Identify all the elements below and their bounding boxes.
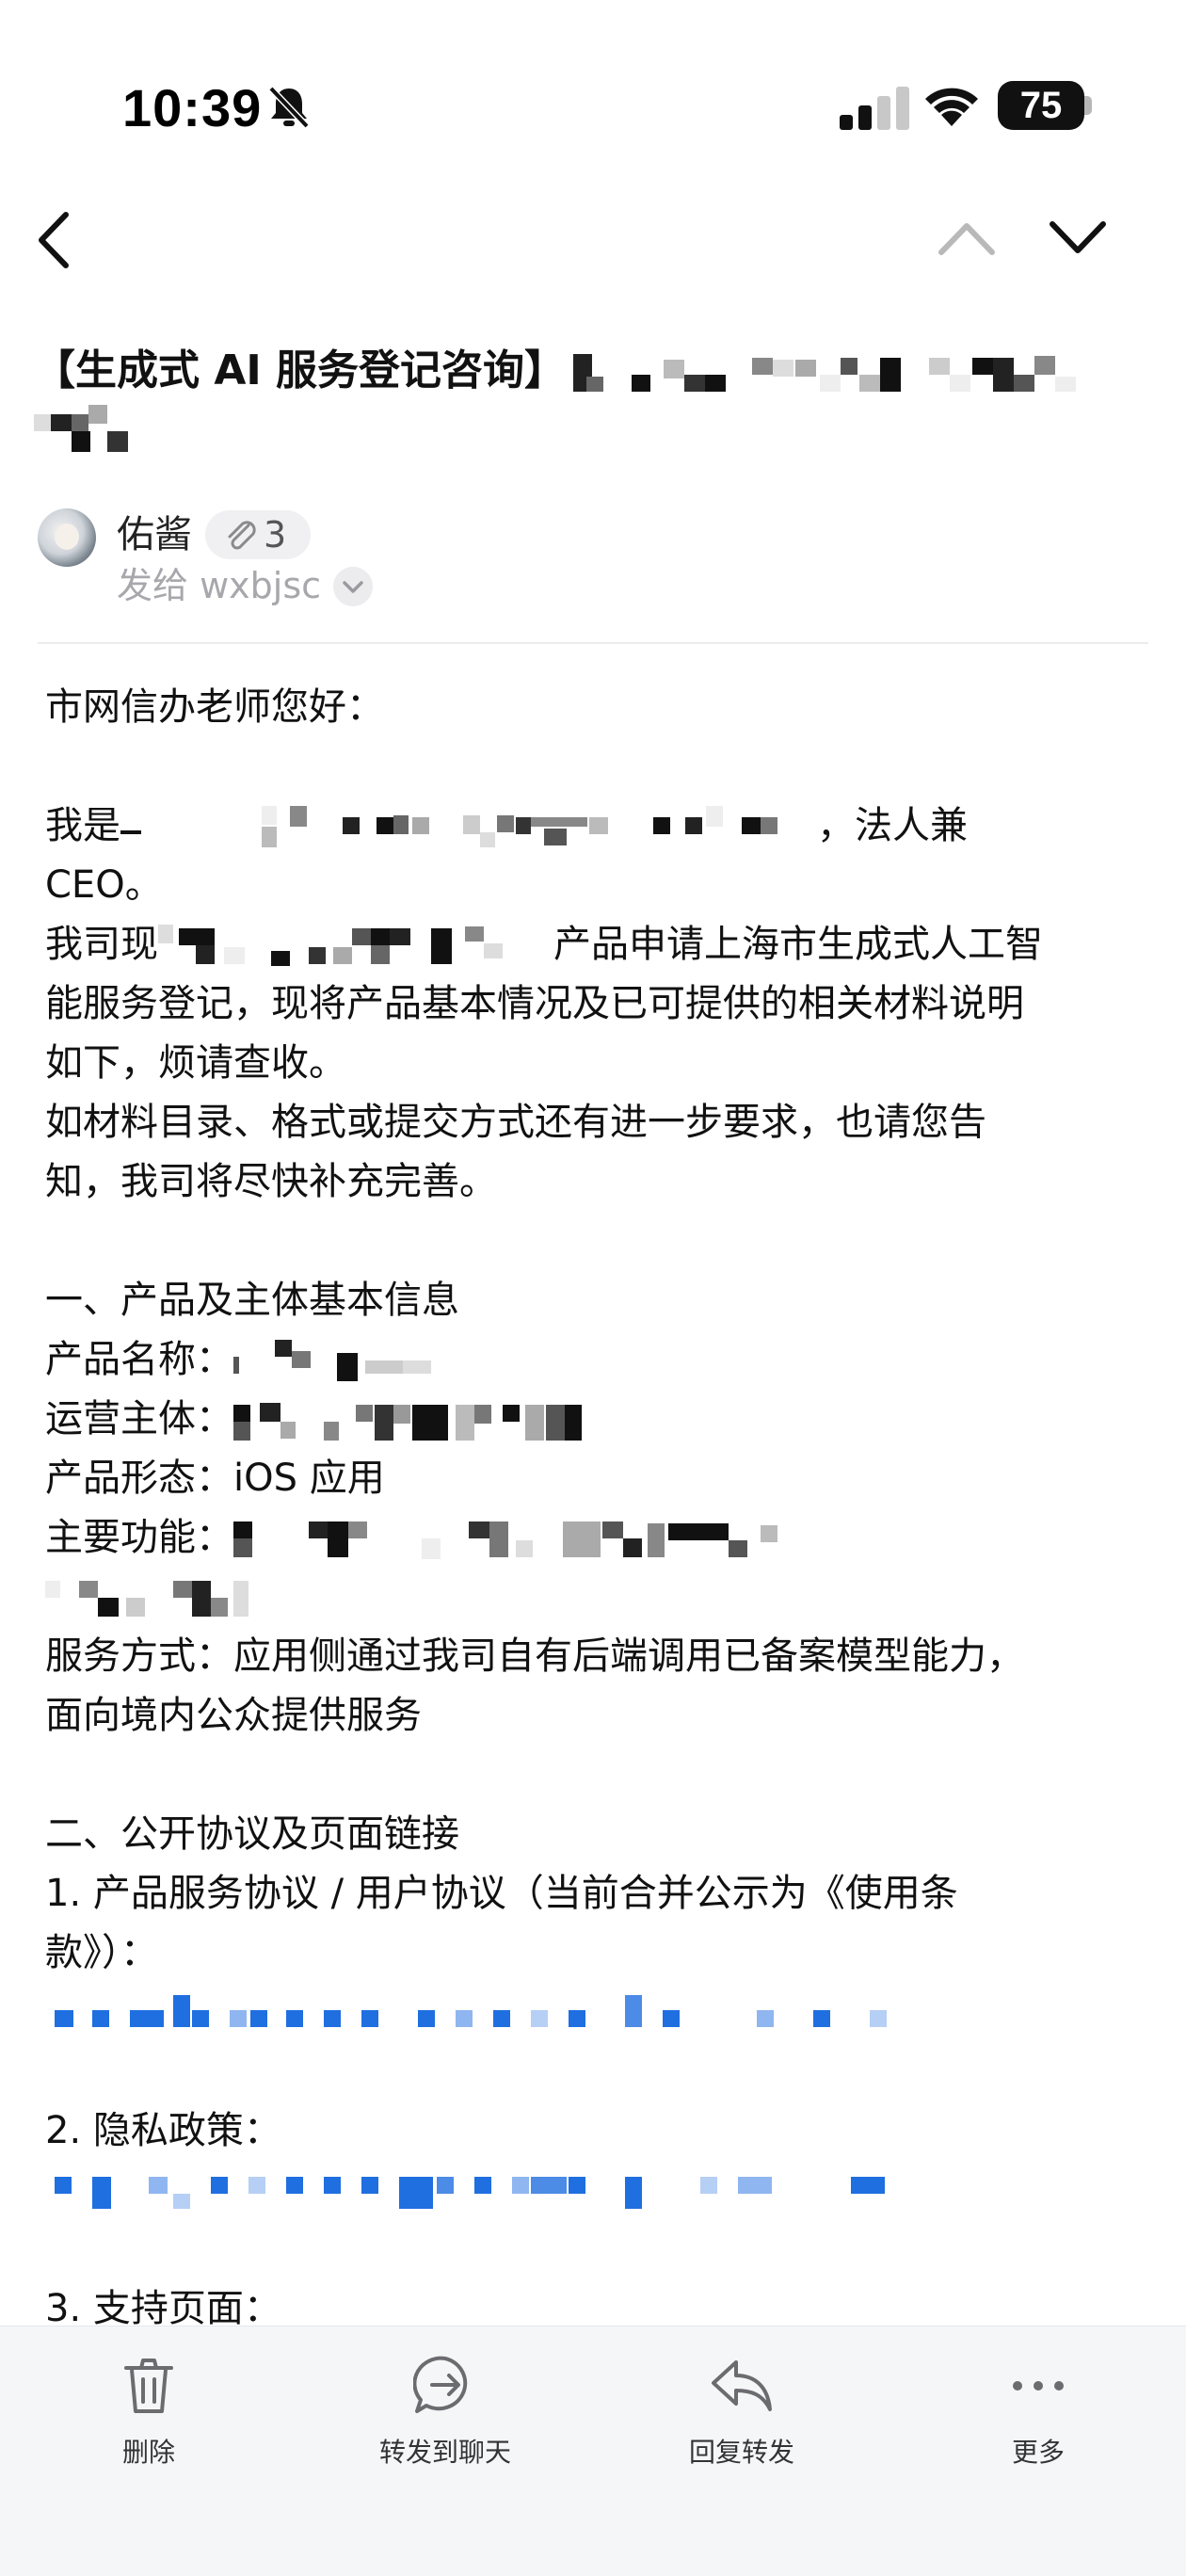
bell-muted-icon	[268, 86, 310, 129]
battery-cap	[1084, 96, 1092, 115]
attachment-count: 3	[264, 514, 287, 555]
redacted-subject	[573, 354, 1077, 392]
forward-chat-icon	[413, 2356, 468, 2413]
redacted-company	[120, 806, 777, 847]
chevron-left-icon[interactable]	[30, 209, 77, 271]
redacted-link-privacy[interactable]	[45, 2173, 892, 2211]
chevron-down-icon[interactable]	[1049, 215, 1107, 262]
greeting: 市网信办老师您好：	[45, 685, 384, 729]
status-bar: 10:39 75	[0, 0, 1186, 207]
section2-title: 二、公开协议及页面链接	[45, 1812, 459, 1856]
redacted-main-function	[233, 1521, 777, 1559]
delete-button[interactable]: 删除	[45, 2355, 252, 2470]
main-function-line: 主要功能：	[45, 1508, 1156, 1568]
more-button[interactable]: 更多	[935, 2355, 1142, 2470]
request-line-2: 知，我司将尽快补充完善。	[45, 1160, 497, 1203]
redacted-product-name	[233, 1340, 431, 1381]
operator-label: 运营主体：	[45, 1397, 233, 1441]
apply-end: 产品申请上海市生成式人工智	[553, 923, 1043, 966]
main-function-continued	[45, 1568, 1156, 1627]
product-form-label: 产品形态：	[45, 1457, 233, 1500]
item2-link[interactable]	[45, 2161, 1156, 2220]
item1-line-2: 款》）：	[45, 1931, 158, 1974]
battery-icon: 75	[998, 81, 1084, 130]
wifi-icon	[925, 88, 978, 126]
apply-line-2: 能服务登记，现将产品基本情况及已可提供的相关材料说明	[45, 982, 1024, 1025]
service-mode-line-2: 面向境内公众提供服务	[45, 1694, 422, 1737]
apply-line: 我司现 产品申请上海市生成式人工智	[45, 915, 1156, 974]
intro-line: 我是 ，法人兼	[45, 797, 1156, 856]
more-dots-icon	[1013, 2381, 1064, 2391]
recipient-line[interactable]: 发给 wxbjsc	[117, 559, 321, 612]
redacted-link-terms[interactable]	[45, 1995, 892, 2033]
product-name-line: 产品名称：	[45, 1330, 1156, 1390]
chevron-up-icon[interactable]	[938, 215, 996, 262]
sender-name[interactable]: 佑酱	[117, 508, 192, 561]
product-form-line: 产品形态：iOS 应用	[45, 1449, 1156, 1508]
request-line-1: 如材料目录、格式或提交方式还有进一步要求，也请您告	[45, 1101, 986, 1144]
forward-to-chat-button[interactable]: 转发到聊天	[342, 2355, 549, 2470]
avatar[interactable]	[38, 508, 96, 567]
reply-forward-button[interactable]: 回复转发	[638, 2355, 845, 2470]
apply-line-3: 如下，烦请查收。	[45, 1041, 346, 1085]
reply-forward-label: 回复转发	[688, 2437, 794, 2468]
email-body: 市网信办老师您好： 我是 ，法人兼 CEO。 我司现 产品申请上海市生成式人工智…	[45, 678, 1156, 2339]
signal-icon	[840, 87, 909, 130]
redacted-operator	[233, 1403, 582, 1441]
redacted-subject-continued	[34, 405, 128, 452]
service-mode-line-1: 服务方式：应用侧通过我司自有后端调用已备案模型能力，	[45, 1634, 1024, 1678]
item1-link[interactable]	[45, 1983, 1156, 2042]
main-function-label: 主要功能：	[45, 1516, 233, 1559]
email-subject-text: 【生成式 AI 服务登记咨询】	[34, 346, 567, 394]
divider	[38, 642, 1148, 644]
chevron-down-icon[interactable]	[333, 567, 373, 606]
intro-start: 我是	[45, 804, 120, 847]
reply-icon	[712, 2360, 772, 2411]
attachment-chip[interactable]: 3	[205, 510, 311, 559]
intro-end: ，法人兼	[817, 804, 968, 847]
item1-line-1: 1. 产品服务协议 / 用户协议（当前合并公示为《使用条	[45, 1872, 958, 1915]
paperclip-icon	[228, 521, 256, 550]
item2: 2. 隐私政策：	[45, 2109, 281, 2152]
apply-start: 我司现	[45, 923, 158, 966]
intro-ceo: CEO。	[45, 863, 163, 907]
trash-icon	[124, 2359, 173, 2413]
operator-line: 运营主体：	[45, 1390, 1156, 1449]
redacted-product	[158, 925, 503, 966]
status-time: 10:39	[122, 78, 263, 137]
product-name-label: 产品名称：	[45, 1338, 233, 1381]
delete-label: 删除	[121, 2437, 175, 2468]
section1-title: 一、产品及主体基本信息	[45, 1279, 459, 1322]
forward-to-chat-label: 转发到聊天	[378, 2437, 511, 2468]
more-label: 更多	[1011, 2437, 1065, 2468]
product-form-value: iOS 应用	[233, 1457, 385, 1500]
email-subject: 【生成式 AI 服务登记咨询】	[34, 341, 1116, 456]
bottom-toolbar: 删除 转发到聊天 回复转发 更多	[0, 2326, 1186, 2576]
redacted-main-function-continued	[45, 1581, 248, 1617]
